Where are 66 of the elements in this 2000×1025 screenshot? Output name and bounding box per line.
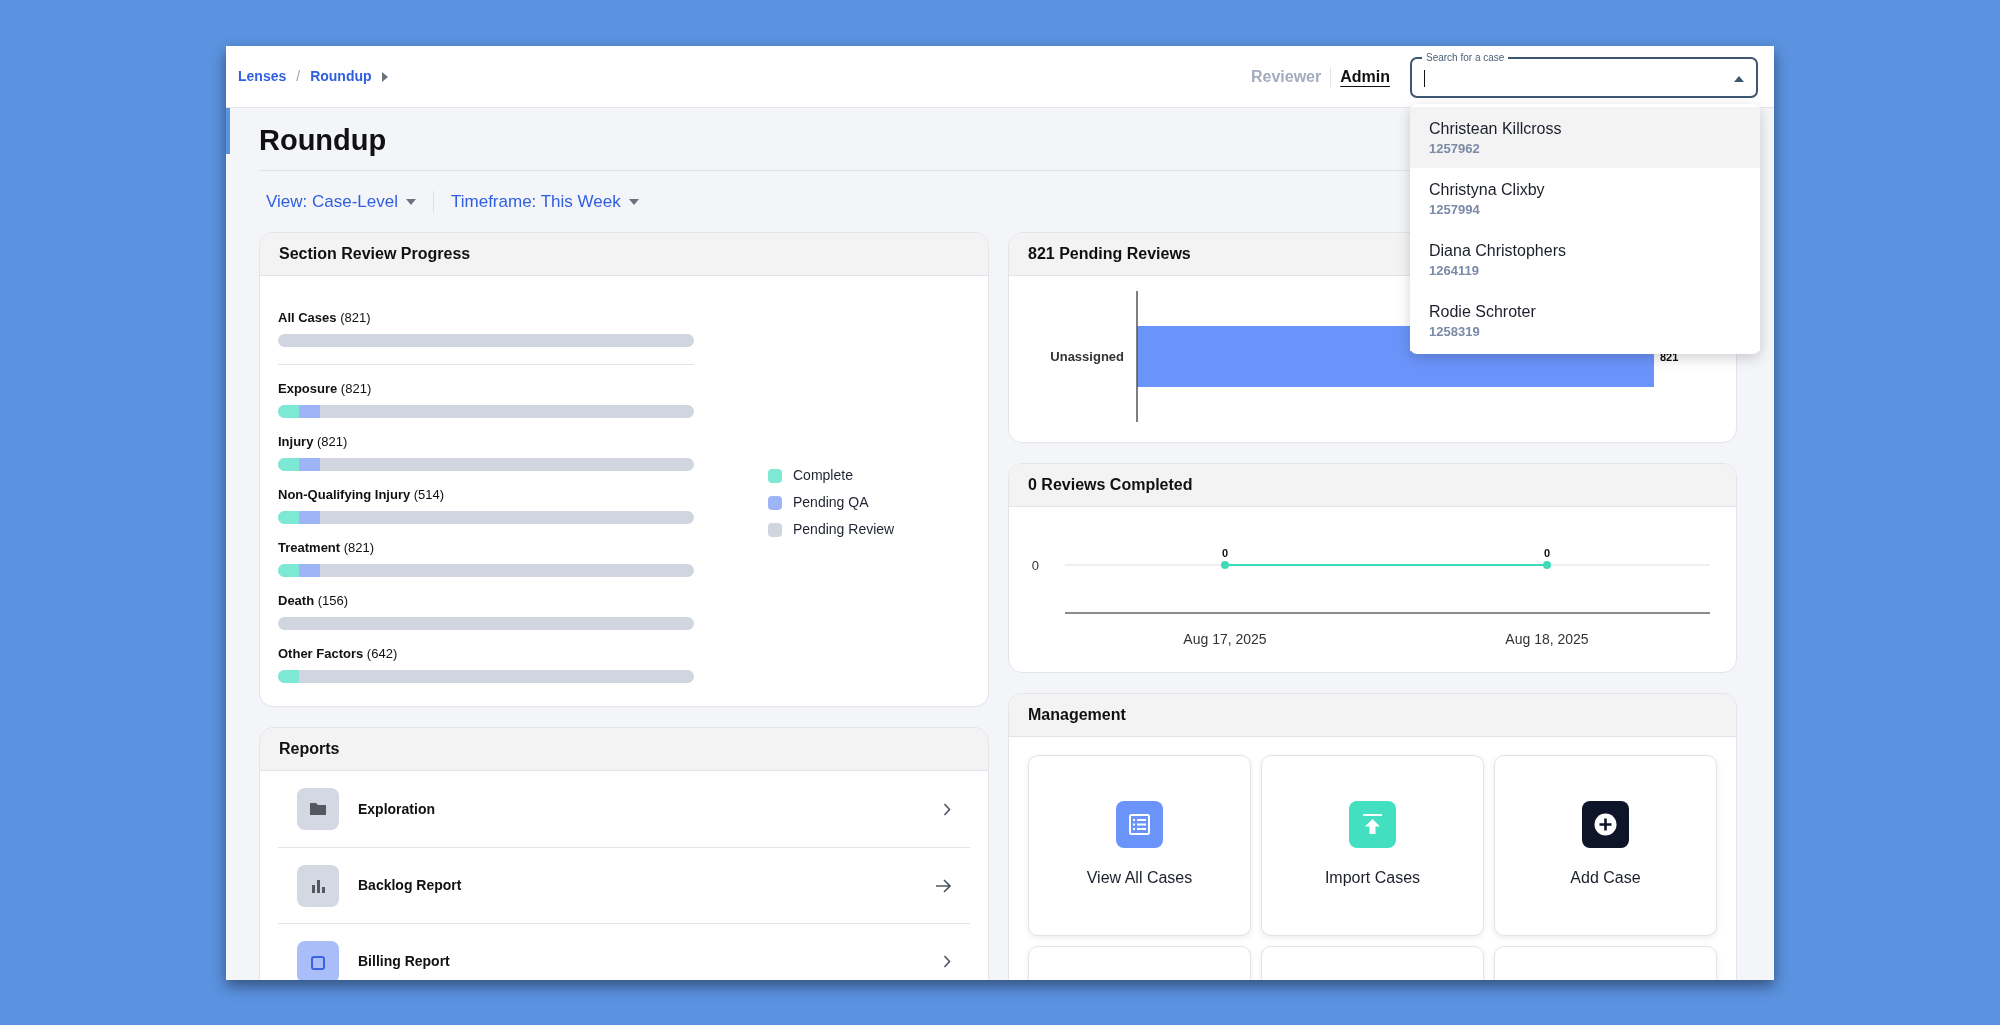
- card-title: Management: [1028, 705, 1126, 725]
- receipt-icon: [297, 940, 339, 980]
- x-axis-label: Aug 18, 2025: [1505, 631, 1589, 647]
- search-result[interactable]: Rodie Schroter 1258319: [1410, 290, 1760, 351]
- result-name: Christean Killcross: [1429, 118, 1563, 139]
- legend-label: Pending QA: [793, 493, 869, 512]
- report-row[interactable]: Exploration: [278, 771, 970, 847]
- result-id: 1258319: [1429, 322, 1481, 341]
- data-point: [1221, 561, 1229, 569]
- breadcrumb-link[interactable]: Lenses: [238, 66, 287, 87]
- action-card[interactable]: View All Cases: [1028, 755, 1251, 936]
- result-name: Christyna Clixby: [1429, 179, 1546, 200]
- card-title: Reports: [279, 739, 340, 759]
- search-field[interactable]: Search for a case: [1410, 51, 1758, 98]
- section-label: Other Factors (642): [278, 646, 398, 661]
- category-label: Unassigned: [1050, 349, 1124, 364]
- report-label: Exploration: [358, 799, 435, 819]
- search-result[interactable]: Diana Christophers 1264119: [1410, 229, 1760, 290]
- legend-label: Complete: [793, 466, 853, 485]
- section-label: Non-Qualifying Injury (514): [278, 487, 445, 502]
- page-title: Roundup: [259, 122, 387, 158]
- filter-dropdown[interactable]: View: Case-Level: [266, 188, 416, 215]
- report-label: Billing Report: [358, 952, 450, 971]
- section-label: Treatment (821): [278, 540, 375, 555]
- report-row[interactable]: Backlog Report: [278, 847, 970, 923]
- action-card[interactable]: Add Case: [1494, 755, 1717, 936]
- search-result[interactable]: Christyna Clixby 1257994: [1410, 168, 1760, 229]
- result-id: 1264119: [1429, 261, 1480, 280]
- upload-icon: [1349, 801, 1396, 848]
- result-name: Diana Christophers: [1429, 240, 1567, 261]
- caret-right-icon: [381, 71, 388, 82]
- breadcrumb-link[interactable]: Roundup: [310, 66, 372, 87]
- card-title: Section Review Progress: [279, 244, 471, 264]
- search-result[interactable]: Christean Killcross 1257962: [1410, 107, 1760, 168]
- filter-dropdown[interactable]: Timeframe: This Week: [451, 188, 639, 215]
- card-title: 821 Pending Reviews: [1028, 244, 1191, 264]
- section-label: All Cases (821): [278, 310, 371, 325]
- result-name: Rodie Schroter: [1429, 301, 1537, 322]
- chevron-right-icon: [943, 802, 951, 816]
- data-point: [1543, 561, 1551, 569]
- y-axis-label: 0: [1031, 558, 1039, 573]
- arrow-right-icon: [935, 878, 951, 893]
- breadcrumb-separator: /: [296, 67, 301, 86]
- result-id: 1257962: [1429, 139, 1481, 158]
- card-title: 0 Reviews Completed: [1028, 475, 1193, 495]
- bar-chart-icon: [297, 864, 339, 907]
- report-label: Backlog Report: [358, 876, 462, 895]
- caret-icon: [628, 198, 639, 205]
- x-axis-label: Aug 17, 2025: [1183, 631, 1267, 647]
- list-icon: [1116, 801, 1163, 848]
- role-tab[interactable]: Admin: [1340, 64, 1390, 89]
- value-label: 0: [1221, 547, 1229, 559]
- caret-icon: [1734, 75, 1744, 82]
- section-label: Exposure (821): [278, 381, 372, 396]
- result-id: 1257994: [1429, 200, 1481, 219]
- report-row[interactable]: Billing Report: [278, 923, 970, 980]
- folder-icon: [297, 788, 339, 830]
- chevron-right-icon: [943, 955, 951, 968]
- section-label: Injury (821): [278, 434, 348, 449]
- legend-label: Pending Review: [793, 520, 895, 539]
- value-label: 0: [1543, 547, 1551, 559]
- action-card[interactable]: Import Cases: [1261, 755, 1484, 936]
- add-icon: [1582, 801, 1629, 848]
- field-label: Search for a case: [1425, 51, 1506, 64]
- caret-icon: [406, 198, 416, 205]
- section-label: Death (156): [278, 593, 349, 608]
